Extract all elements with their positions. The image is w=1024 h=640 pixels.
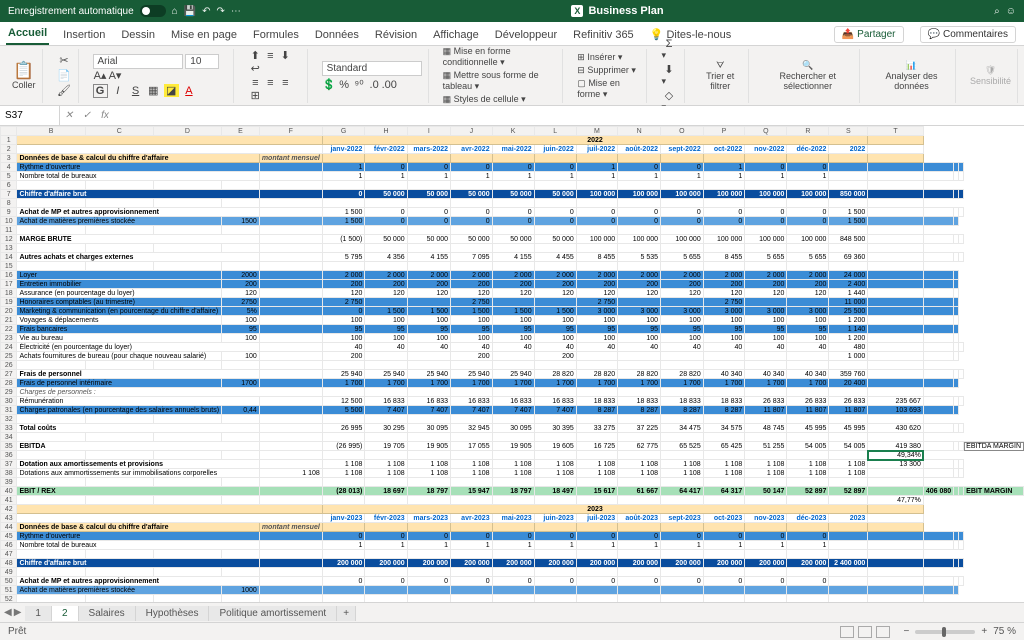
excel-logo-icon: X	[571, 5, 583, 17]
sheet-tab-salaires[interactable]: Salaires	[79, 606, 136, 621]
grow-font-icon[interactable]: A▴	[93, 69, 108, 82]
zoom-level: 75 %	[993, 626, 1016, 637]
align-left-icon[interactable]: ≡	[248, 77, 263, 89]
tab-refinitiv[interactable]: Refinitiv 365	[571, 25, 636, 45]
clear-icon[interactable]: ◇	[661, 89, 676, 102]
insert-button[interactable]: ⊞ Insérer ▾	[577, 52, 640, 63]
cancel-fx-icon[interactable]: ✕	[60, 110, 78, 121]
align-top-icon[interactable]: ⬆	[248, 49, 263, 62]
font-color-icon[interactable]: A	[181, 85, 196, 97]
shrink-font-icon[interactable]: A▾	[108, 69, 123, 82]
home-icon[interactable]: ⌂	[172, 6, 178, 17]
view-layout-icon[interactable]	[858, 626, 872, 638]
align-mid-icon[interactable]: ≡	[263, 50, 278, 62]
number-format-select[interactable]: Standard	[322, 61, 422, 76]
zoom-slider[interactable]	[915, 630, 975, 634]
zoom-out-icon[interactable]: −	[904, 626, 910, 637]
spreadsheet-grid[interactable]: BCDEFGHIJKLMNOPQRST120222janv-2022févr-2…	[0, 126, 1024, 602]
comma-icon[interactable]: ⁹⁰	[352, 78, 367, 91]
add-sheet-button[interactable]: +	[337, 606, 356, 621]
tab-revision[interactable]: Révision	[373, 25, 419, 45]
border-icon[interactable]: ▦	[146, 84, 161, 97]
tab-insertion[interactable]: Insertion	[61, 25, 107, 45]
align-right-icon[interactable]: ≡	[278, 77, 293, 89]
sheet-tabs: ◀▶ 1 2 Salaires Hypothèses Politique amo…	[0, 602, 1024, 622]
italic-button[interactable]: I	[110, 85, 125, 97]
tab-donnees[interactable]: Données	[313, 25, 361, 45]
tab-next-icon[interactable]: ▶	[14, 607, 22, 618]
doc-title: Business Plan	[588, 5, 663, 17]
merge-icon[interactable]: ⊞	[248, 89, 263, 102]
sheet-tab-2[interactable]: 2	[52, 606, 79, 621]
sensitivity-button[interactable]: 🛡Sensibilité	[970, 65, 1011, 86]
table-format-button[interactable]: ▦ Mettre sous forme de tableau ▾	[443, 70, 557, 92]
redo-icon[interactable]: ↷	[217, 6, 225, 17]
tab-dessin[interactable]: Dessin	[119, 25, 157, 45]
brush-icon[interactable]: 🖌	[57, 84, 72, 97]
percent-icon[interactable]: %	[337, 79, 352, 91]
align-center-icon[interactable]: ≡	[263, 77, 278, 89]
cond-format-button[interactable]: ▦ Mise en forme conditionnelle ▾	[443, 46, 557, 68]
cell-styles-button[interactable]: ▦ Styles de cellule ▾	[443, 94, 557, 105]
tab-formules[interactable]: Formules	[251, 25, 301, 45]
fill-icon[interactable]: ⬇	[661, 63, 676, 76]
align-bot-icon[interactable]: ⬇	[278, 49, 293, 62]
titlebar: Enregistrement automatique ⌂ 💾 ↶ ↷ ⋯ X Bu…	[0, 0, 1024, 22]
autosave-toggle[interactable]	[140, 5, 166, 17]
view-normal-icon[interactable]	[840, 626, 854, 638]
find-select-button[interactable]: 🔍Rechercher et sélectionner	[763, 60, 854, 91]
sheet-tab-hypotheses[interactable]: Hypothèses	[136, 606, 210, 621]
autosum-icon[interactable]: Σ	[661, 38, 676, 50]
bold-button[interactable]: G	[93, 84, 108, 98]
formula-bar: S37 ✕ ✓ fx	[0, 106, 1024, 126]
dec-dec-icon[interactable]: .00	[382, 79, 397, 91]
copy-icon[interactable]: 📄	[57, 69, 72, 82]
tab-developpeur[interactable]: Développeur	[493, 25, 559, 45]
account-icon[interactable]: ☺	[1006, 6, 1016, 17]
autosave-label: Enregistrement automatique	[8, 6, 134, 17]
tab-accueil[interactable]: Accueil	[6, 23, 49, 45]
share-button[interactable]: 📤 Partager	[834, 26, 904, 43]
analyze-data-button[interactable]: 📊Analyser des données	[874, 60, 949, 91]
size-select[interactable]: 10	[185, 54, 219, 69]
font-select[interactable]: Arial	[93, 54, 183, 69]
tab-mise-en-page[interactable]: Mise en page	[169, 25, 239, 45]
inc-dec-icon[interactable]: .0	[367, 79, 382, 91]
sheet-tab-politique[interactable]: Politique amortissement	[209, 606, 337, 621]
zoom-in-icon[interactable]: +	[981, 626, 987, 637]
paste-button[interactable]: 📋Coller	[12, 62, 36, 90]
cut-icon[interactable]: ✂	[57, 54, 72, 67]
name-box[interactable]: S37	[0, 106, 60, 125]
undo-icon[interactable]: ↶	[202, 6, 210, 17]
currency-icon[interactable]: 💲	[322, 78, 337, 91]
status-ready: Prêt	[8, 626, 26, 637]
wrap-icon[interactable]: ↩	[248, 62, 263, 75]
underline-button[interactable]: S	[128, 85, 143, 97]
view-break-icon[interactable]	[876, 626, 890, 638]
accept-fx-icon[interactable]: ✓	[78, 110, 96, 121]
fx-icon[interactable]: fx	[96, 110, 114, 121]
sort-filter-button[interactable]: ᗊTrier et filtrer	[699, 60, 742, 91]
delete-button[interactable]: ⊟ Supprimer ▾	[577, 65, 640, 76]
ribbon: 📋Coller ✂ 📄 🖌 Arial 10 A▴A▾ G I S ▦ ◪ A …	[0, 46, 1024, 106]
status-bar: Prêt − + 75 %	[0, 622, 1024, 640]
more-icon[interactable]: ⋯	[231, 6, 241, 17]
fill-color-icon[interactable]: ◪	[164, 84, 179, 97]
sheet-tab-1[interactable]: 1	[25, 606, 52, 621]
tab-affichage[interactable]: Affichage	[431, 25, 481, 45]
comments-button[interactable]: 💬 Commentaires	[920, 26, 1016, 43]
format-button[interactable]: ▢ Mise en forme ▾	[577, 78, 640, 100]
ribbon-tabs: Accueil Insertion Dessin Mise en page Fo…	[0, 22, 1024, 46]
search-icon[interactable]: ⌕	[994, 6, 1000, 17]
save-icon[interactable]: 💾	[184, 6, 196, 17]
tab-prev-icon[interactable]: ◀	[4, 607, 12, 618]
